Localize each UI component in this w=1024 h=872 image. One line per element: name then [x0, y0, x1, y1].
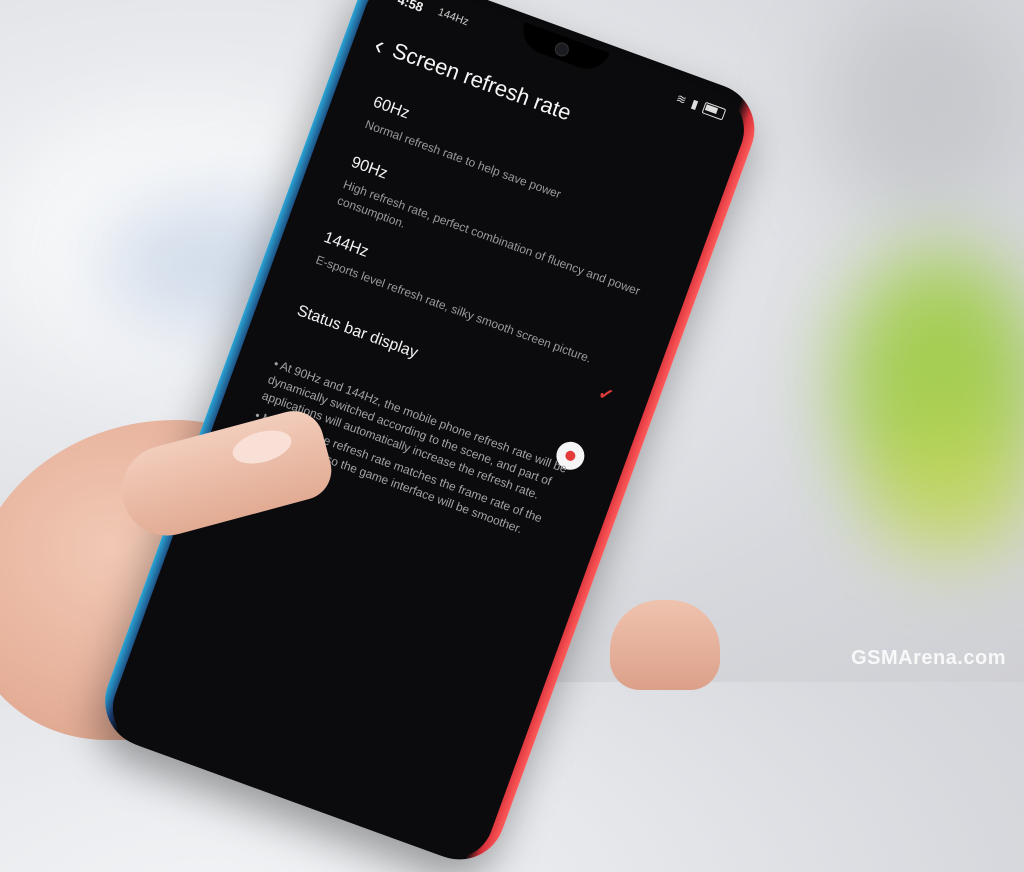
status-refresh-indicator: 144Hz — [436, 6, 471, 29]
background-blur-gray — [820, 0, 1020, 220]
wifi-icon: ≋ — [674, 90, 689, 108]
background-plant-highlight — [870, 420, 1024, 560]
status-icons: ≋ ▮ — [674, 90, 727, 121]
status-time: 4:58 — [395, 0, 426, 15]
back-arrow-icon[interactable]: ‹ — [371, 29, 389, 60]
signal-icon: ▮ — [689, 96, 701, 112]
watermark-logo: GSMArena.com — [851, 647, 1006, 669]
finger — [610, 600, 720, 690]
battery-icon — [701, 101, 727, 121]
selected-check-icon: ✓ — [595, 382, 617, 407]
status-bar-display-label: Status bar display — [294, 302, 421, 362]
